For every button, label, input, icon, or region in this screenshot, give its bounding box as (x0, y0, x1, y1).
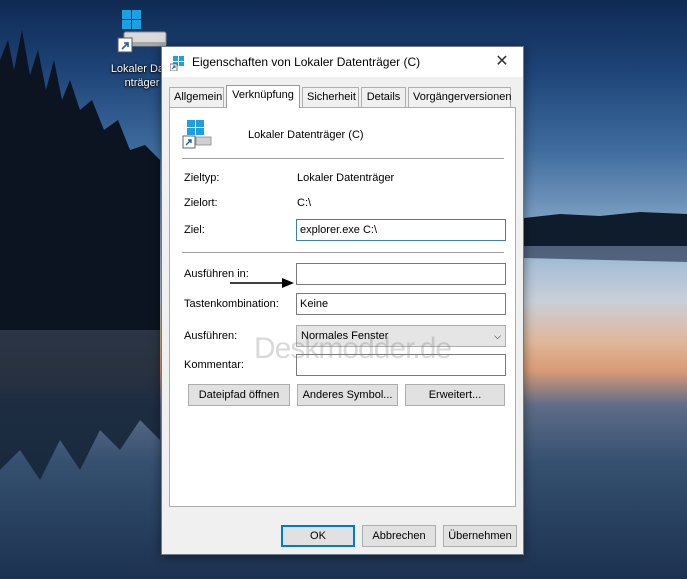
drive-shortcut-icon (170, 56, 184, 71)
shortcut-name: Lokaler Datenträger (C) (248, 129, 364, 141)
drive-shortcut-icon (182, 120, 212, 149)
label-kommentar: Kommentar: (184, 359, 244, 371)
label-ausfuehren-in: Ausführen in: (184, 268, 249, 280)
cancel-button[interactable]: Abbrechen (362, 525, 436, 547)
target-input[interactable] (296, 219, 506, 241)
watermark: Deskmodder.de (254, 332, 452, 365)
change-icon-button[interactable]: Anderes Symbol... (297, 384, 398, 406)
chevron-down-icon: ⌵ (494, 331, 501, 341)
properties-dialog: Eigenschaften von Lokaler Datenträger (C… (161, 46, 524, 555)
start-in-input[interactable] (296, 263, 506, 285)
tab-verknuepfung[interactable]: Verknüpfung (226, 85, 300, 108)
tab-allgemein[interactable]: Allgemein (169, 87, 224, 107)
close-button[interactable]: ✕ (481, 47, 523, 77)
value-zieltyp: Lokaler Datenträger (297, 172, 395, 184)
shortcut-tab-panel: Lokaler Datenträger (C) Zieltyp: Lokaler… (169, 107, 516, 507)
tab-vorgaengerversionen[interactable]: Vorgängerversionen (408, 87, 511, 107)
advanced-button[interactable]: Erweitert... (405, 384, 505, 406)
apply-button[interactable]: Übernehmen (443, 525, 517, 547)
tab-strip: Allgemein Verknüpfung Sicherheit Details… (169, 85, 517, 108)
label-zielort: Zielort: (184, 197, 218, 209)
ok-button[interactable]: OK (281, 525, 355, 547)
dialog-title: Eigenschaften von Lokaler Datenträger (C… (192, 55, 421, 69)
divider (182, 158, 504, 159)
close-icon: ✕ (495, 53, 509, 70)
tab-sicherheit[interactable]: Sicherheit (302, 87, 359, 107)
divider (182, 252, 504, 253)
label-zieltyp: Zieltyp: (184, 172, 220, 184)
label-ausfuehren: Ausführen: (184, 330, 238, 342)
shortcut-key-input[interactable] (296, 293, 506, 315)
label-tastenkombination: Tastenkombination: (184, 298, 279, 310)
tab-details[interactable]: Details (361, 87, 406, 107)
value-zielort: C:\ (297, 197, 312, 209)
title-bar[interactable]: Eigenschaften von Lokaler Datenträger (C… (162, 47, 523, 77)
label-ziel: Ziel: (184, 224, 205, 236)
open-file-location-button[interactable]: Dateipfad öffnen (188, 384, 290, 406)
